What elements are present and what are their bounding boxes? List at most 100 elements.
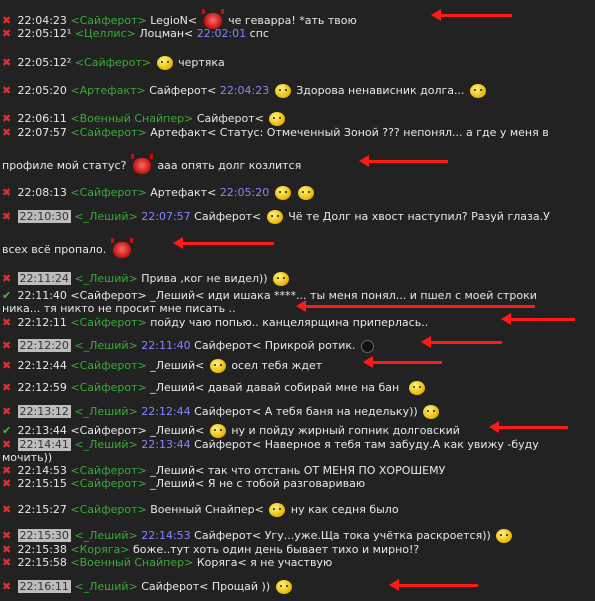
delete-icon[interactable]: ✖ bbox=[2, 56, 14, 69]
delete-icon[interactable]: ✖ bbox=[2, 464, 14, 477]
chat-message: ✖ 22:14:41 <_Леший> 22:13:44 Сайферот< Н… bbox=[2, 438, 539, 451]
message-text: Сайферот< Прикрой ротик. bbox=[194, 339, 356, 352]
message-author[interactable]: <_Леший> bbox=[74, 272, 137, 285]
devil-icon bbox=[110, 238, 133, 258]
message-author[interactable]: <Сайферот> bbox=[70, 186, 146, 199]
delete-icon[interactable]: ✖ bbox=[2, 543, 14, 556]
message-text: ну как седня было bbox=[290, 503, 399, 516]
reply-time-link[interactable]: 22:07:57 bbox=[141, 210, 190, 223]
smiley-icon bbox=[156, 56, 173, 70]
red-arrow-annotation bbox=[296, 300, 535, 312]
devil-icon bbox=[130, 154, 153, 174]
check-icon[interactable]: ✔ bbox=[2, 424, 14, 437]
delete-icon[interactable]: ✖ bbox=[2, 316, 14, 329]
message-time: 22:05:12¹ bbox=[17, 27, 72, 40]
check-icon[interactable]: ✔ bbox=[2, 289, 14, 302]
message-time: 22:05:20 bbox=[17, 84, 67, 97]
delete-icon[interactable]: ✖ bbox=[2, 186, 14, 199]
bomb-icon bbox=[361, 339, 375, 353]
message-time: 22:14:53 bbox=[17, 464, 67, 477]
message-author[interactable]: <Артефакт> bbox=[70, 84, 145, 97]
message-author[interactable]: <Сайферот> bbox=[70, 381, 146, 394]
message-author[interactable]: <_Леший> bbox=[74, 529, 137, 542]
chat-message: ✖ 22:15:30 <_Леший> 22:14:53 Сайферот< У… bbox=[2, 529, 514, 543]
reply-time-link[interactable]: 22:12:44 bbox=[141, 405, 190, 418]
reply-time-link[interactable]: 22:05:20 bbox=[220, 186, 269, 199]
delete-icon[interactable]: ✖ bbox=[2, 272, 14, 285]
message-text: мочить)) bbox=[2, 451, 53, 464]
delete-icon[interactable]: ✖ bbox=[2, 438, 14, 451]
message-author[interactable]: <Сайферот> bbox=[70, 14, 146, 27]
delete-icon[interactable]: ✖ bbox=[2, 14, 14, 27]
chat-message: ✖ 22:15:27 <Сайферот> Военный Снайпер< н… bbox=[2, 503, 399, 517]
message-addressee: Сайферот< bbox=[194, 210, 262, 223]
red-arrow-annotation bbox=[421, 336, 502, 348]
message-author[interactable]: <Сайферот> bbox=[75, 56, 151, 69]
delete-icon[interactable]: ✖ bbox=[2, 84, 14, 97]
message-author[interactable]: <Сайферот> bbox=[70, 316, 146, 329]
message-text: осел тебя ждет bbox=[231, 359, 323, 372]
reply-time-link[interactable]: 22:02:01 bbox=[197, 27, 246, 40]
delete-icon[interactable]: ✖ bbox=[2, 477, 14, 490]
chat-message-continuation: профиле мой статус? ааа опять долг козли… bbox=[2, 154, 301, 174]
red-arrow-annotation bbox=[489, 421, 568, 433]
message-author[interactable]: <_Леший> bbox=[74, 580, 137, 593]
message-text: Сайферот< Угу...уже.Ща тока учётка раскр… bbox=[194, 529, 491, 542]
delete-icon[interactable]: ✖ bbox=[2, 580, 14, 593]
delete-icon[interactable]: ✖ bbox=[2, 405, 14, 418]
message-time: 22:11:40 bbox=[17, 289, 67, 302]
message-author[interactable]: <_Леший> bbox=[74, 210, 137, 223]
message-text: чертяка bbox=[178, 56, 225, 69]
delete-icon[interactable]: ✖ bbox=[2, 503, 14, 516]
message-author[interactable]: <_Леший> bbox=[74, 339, 137, 352]
message-author[interactable]: <Сайферот> bbox=[70, 126, 146, 139]
message-author[interactable]: <Военный Снайпер> bbox=[70, 112, 193, 125]
smiley-icon bbox=[269, 503, 286, 517]
delete-icon[interactable]: ✖ bbox=[2, 359, 14, 372]
message-author[interactable]: <Сайферот> bbox=[70, 477, 146, 490]
message-text: пойду чаю попью.. канцелярщина приперлас… bbox=[150, 316, 429, 329]
message-author[interactable]: <Сайферот> bbox=[70, 359, 146, 372]
reply-time-link[interactable]: 22:04:23 bbox=[220, 84, 269, 97]
chat-message: ✖ 22:13:12 <_Леший> 22:12:44 Сайферот< А… bbox=[2, 405, 441, 419]
chat-message-continuation: всех всё пропало. bbox=[2, 238, 134, 258]
delete-icon[interactable]: ✖ bbox=[2, 339, 14, 352]
delete-icon[interactable]: ✖ bbox=[2, 126, 14, 139]
message-time: 22:15:38 bbox=[17, 543, 67, 556]
chat-message: ✖ 22:05:12¹ <Целлис> Лоцман< 22:02:01 сп… bbox=[2, 27, 269, 40]
message-author[interactable]: <_Леший> bbox=[74, 405, 137, 418]
smiley-icon bbox=[274, 84, 291, 98]
delete-icon[interactable]: ✖ bbox=[2, 381, 14, 394]
message-author[interactable]: <Сайферот> bbox=[70, 424, 146, 437]
delete-icon[interactable]: ✖ bbox=[2, 210, 14, 223]
message-text: Прива ,ког не видел)) bbox=[141, 272, 268, 285]
chat-message: ✖ 22:10:30 <_Леший> 22:07:57 Сайферот< Ч… bbox=[2, 210, 550, 224]
message-author[interactable]: <_Леший> bbox=[74, 438, 137, 451]
message-author[interactable]: <Сайферот> bbox=[70, 464, 146, 477]
message-text: Сайферот< Прощай )) bbox=[141, 580, 271, 593]
message-author[interactable]: <Целлис> bbox=[75, 27, 136, 40]
message-author[interactable]: <Сайферот> bbox=[70, 289, 146, 302]
reply-time-link[interactable]: 22:13:44 bbox=[141, 438, 190, 451]
delete-icon[interactable]: ✖ bbox=[2, 529, 14, 542]
chat-message: ✖ 22:12:20 <_Леший> 22:11:40 Сайферот< П… bbox=[2, 339, 375, 353]
reply-time-link[interactable]: 22:14:53 bbox=[141, 529, 190, 542]
message-author[interactable]: <Коряга> bbox=[70, 543, 129, 556]
chat-message: ✖ 22:12:59 <Сайферот> _Леший< давай дава… bbox=[2, 381, 427, 395]
message-time: 22:14:41 bbox=[17, 438, 71, 451]
chat-message: ✔ 22:13:44 <Сайферот> _Леший< ну и пойду… bbox=[2, 424, 460, 438]
message-addressee: _Леший< bbox=[150, 424, 205, 437]
delete-icon[interactable]: ✖ bbox=[2, 112, 14, 125]
reply-time-link[interactable]: 22:11:40 bbox=[141, 339, 190, 352]
chat-message-continuation: мочить)) bbox=[2, 451, 52, 464]
delete-icon[interactable]: ✖ bbox=[2, 27, 14, 40]
chat-message: ✖ 22:14:53 <Сайферот> _Леший< так что от… bbox=[2, 464, 445, 477]
message-text: _Леший< иди ишака ****... ты меня понял.… bbox=[150, 289, 537, 302]
delete-icon[interactable]: ✖ bbox=[2, 556, 14, 569]
message-text: ну и пойду жирный гопник долговский bbox=[231, 424, 460, 437]
chat-message: ✖ 22:12:44 <Сайферот> _Леший< осел тебя … bbox=[2, 359, 322, 373]
message-time: 22:15:30 bbox=[17, 529, 71, 542]
message-author[interactable]: <Сайферот> bbox=[70, 503, 146, 516]
message-addressee: _Леший< bbox=[150, 359, 205, 372]
message-author[interactable]: <Военный Снайпер> bbox=[70, 556, 193, 569]
